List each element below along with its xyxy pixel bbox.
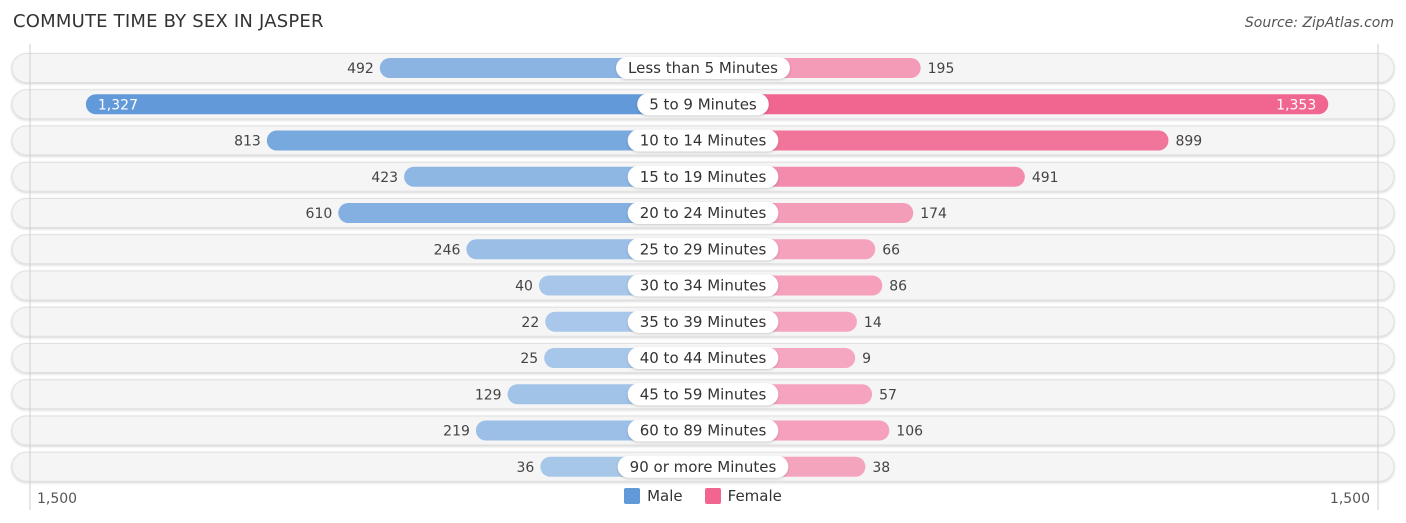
category-label: 35 to 39 Minutes xyxy=(640,313,767,331)
category-label: 45 to 59 Minutes xyxy=(640,385,767,403)
value-label-male: 219 xyxy=(443,424,470,440)
value-label-female: 491 xyxy=(1032,170,1059,186)
legend-swatch-female xyxy=(704,488,721,504)
category-label: 5 to 9 Minutes xyxy=(649,95,757,113)
category-label: 60 to 89 Minutes xyxy=(640,422,767,440)
category-label: 90 or more Minutes xyxy=(630,458,777,476)
legend-swatch-male xyxy=(624,488,641,504)
value-label-female: 86 xyxy=(889,279,907,295)
value-label-female: 899 xyxy=(1175,134,1202,150)
value-label-male: 246 xyxy=(434,242,461,258)
bar-male[interactable] xyxy=(85,94,704,115)
chart-canvas: Less than 5 Minutes 492 195 5 to 9 Minutes 1… xyxy=(11,44,1395,510)
bars-layer: Less than 5 Minutes 492 195 5 to 9 Minutes 1… xyxy=(85,57,1329,478)
value-label-male: 492 xyxy=(347,61,374,77)
category-label: 20 to 24 Minutes xyxy=(640,204,767,222)
value-label-female: 14 xyxy=(864,315,882,331)
value-label-male: 25 xyxy=(520,351,538,367)
category-label: Less than 5 Minutes xyxy=(628,59,778,77)
value-label-male: 610 xyxy=(306,206,333,222)
legend-item-male[interactable]: Male xyxy=(624,487,683,505)
category-label: 15 to 19 Minutes xyxy=(640,168,767,186)
value-label-male: 813 xyxy=(234,134,261,150)
value-label-female: 9 xyxy=(862,351,871,367)
value-label-female: 174 xyxy=(920,206,947,222)
value-label-female: 1,353 xyxy=(1276,97,1316,113)
legend: Male Female xyxy=(0,487,1406,505)
rows-layer xyxy=(11,53,1395,482)
category-label: 40 to 44 Minutes xyxy=(640,349,767,367)
value-label-male: 22 xyxy=(521,315,539,331)
legend-label-female: Female xyxy=(727,487,782,505)
category-label: 25 to 29 Minutes xyxy=(640,240,767,258)
value-label-female: 38 xyxy=(872,460,890,476)
value-label-male: 40 xyxy=(515,279,533,295)
value-label-male: 423 xyxy=(371,170,398,186)
value-label-female: 66 xyxy=(882,242,900,258)
category-label: 30 to 34 Minutes xyxy=(640,277,767,295)
value-label-female: 195 xyxy=(928,61,955,77)
legend-item-female[interactable]: Female xyxy=(704,487,782,505)
value-label-male: 129 xyxy=(475,387,502,403)
value-label-male: 1,327 xyxy=(98,97,138,113)
value-label-male: 36 xyxy=(516,460,534,476)
value-label-female: 57 xyxy=(879,387,897,403)
value-label-female: 106 xyxy=(896,424,923,440)
bar-female[interactable] xyxy=(703,94,1329,115)
category-label: 10 to 14 Minutes xyxy=(640,132,767,150)
legend-label-male: Male xyxy=(647,487,683,505)
